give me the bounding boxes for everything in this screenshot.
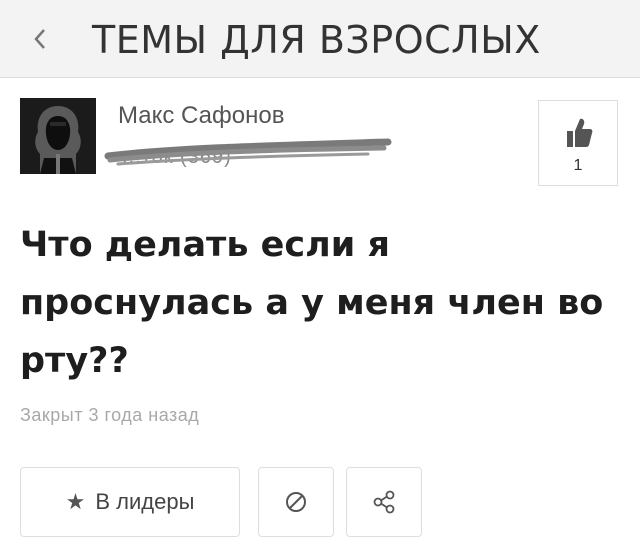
to-leaders-button[interactable]: ★ В лидеры <box>20 467 240 537</box>
to-leaders-label: В лидеры <box>95 489 195 514</box>
thumbs-up-icon <box>567 118 593 147</box>
top-bar: ТЕМЫ ДЛЯ ВЗРОСЛЫХ <box>0 0 640 78</box>
like-button[interactable]: 1 <box>538 100 618 186</box>
star-icon: ★ <box>65 489 86 514</box>
chevron-left-icon <box>34 29 45 49</box>
share-button[interactable] <box>346 467 422 537</box>
like-count: 1 <box>573 157 583 174</box>
back-button[interactable] <box>18 16 62 62</box>
block-button[interactable] <box>258 467 334 537</box>
share-icon <box>373 490 395 514</box>
question-text: Что делать если я проснулась а у меня чл… <box>20 225 604 381</box>
page-title: ТЕМЫ ДЛЯ ВЗРОСЛЫХ <box>92 18 541 62</box>
avatar[interactable] <box>20 98 96 174</box>
redaction-scribble <box>104 138 392 166</box>
author-block: Макс Сафонов ...ток (369) <box>20 98 620 188</box>
status-text: Закрыт 3 года назад <box>20 405 200 425</box>
hooded-figure-avatar <box>20 98 96 174</box>
author-name[interactable]: Макс Сафонов <box>118 102 284 130</box>
block-icon <box>286 492 306 512</box>
